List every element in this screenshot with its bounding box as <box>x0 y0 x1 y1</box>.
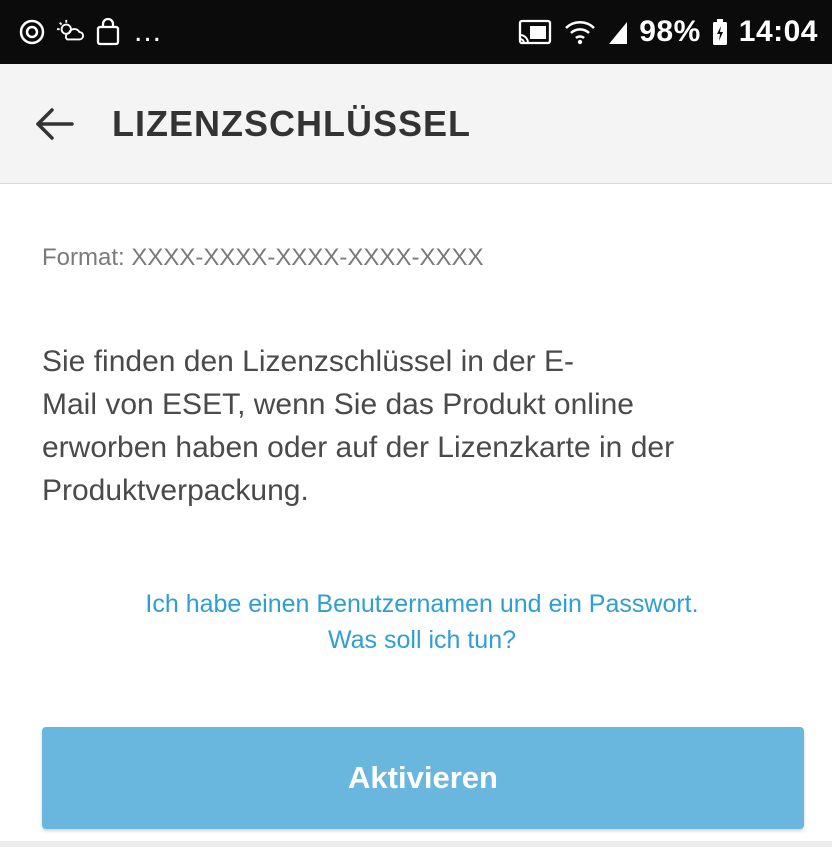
help-link-line[interactable]: Ich habe einen Benutzernamen und ein Pas… <box>42 586 802 622</box>
bottom-divider <box>0 841 832 847</box>
license-key-content: Format: XXXX-XXXX-XXXX-XXXX-XXXX Sie fin… <box>0 184 832 847</box>
format-hint: Format: XXXX-XXXX-XXXX-XXXX-XXXX <box>42 244 484 271</box>
battery-icon <box>711 17 729 47</box>
description-line: Mail von ESET, wenn Sie das Produkt onli… <box>42 388 634 421</box>
license-key-screen: ... 98% 14:04 LIZENZSCHLÜSSEL Format: XX… <box>0 0 832 847</box>
status-bar: ... 98% 14:04 <box>0 0 832 64</box>
activate-button[interactable]: Aktivieren <box>42 727 804 829</box>
back-button[interactable] <box>24 94 84 154</box>
cast-icon <box>517 17 553 47</box>
shopping-bag-icon <box>94 17 122 47</box>
username-password-help-link[interactable]: Ich habe einen Benutzernamen und ein Pas… <box>42 586 802 658</box>
page-title: LIZENZSCHLÜSSEL <box>112 102 472 144</box>
signal-icon <box>607 17 629 47</box>
status-bar-left: ... <box>18 17 162 47</box>
arrow-left-icon <box>36 107 74 140</box>
description-line: erworben haben oder auf der Lizenzkarte … <box>42 431 675 464</box>
description-line: Sie finden den Lizenzschlüssel in der E- <box>42 345 574 378</box>
weather-icon <box>56 17 84 47</box>
status-overflow-dots: ... <box>134 15 163 48</box>
status-time: 14:04 <box>738 15 818 48</box>
description-line: Produktverpackung. <box>42 474 309 507</box>
wifi-icon <box>563 17 597 47</box>
license-key-description: Sie finden den Lizenzschlüssel in der E-… <box>42 340 812 512</box>
sync-circle-icon <box>18 17 46 47</box>
help-link-line[interactable]: Was soll ich tun? <box>42 622 802 658</box>
battery-percentage: 98% <box>639 15 701 48</box>
app-bar: LIZENZSCHLÜSSEL <box>0 64 832 184</box>
status-bar-right: 98% 14:04 <box>517 15 818 49</box>
